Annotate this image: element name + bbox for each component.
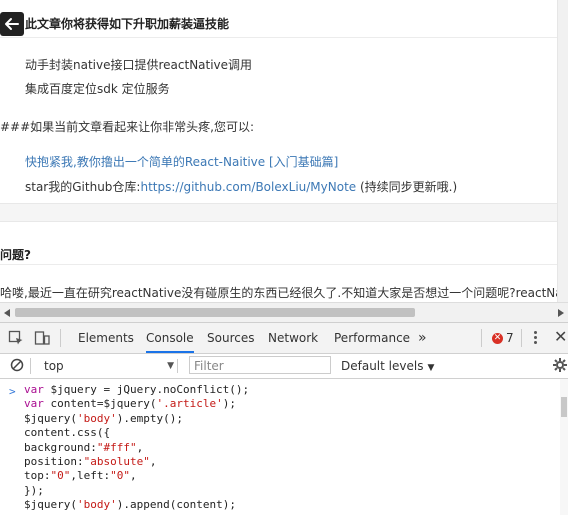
filter-input[interactable]: Filter: [189, 356, 331, 374]
console-prompt: >: [9, 385, 16, 398]
scroll-left-icon[interactable]: [4, 309, 10, 317]
console-output[interactable]: > var $jquery = jQuery.noConflict(); var…: [0, 379, 568, 515]
skill-item: 动手封装native接口提供reactNative调用: [25, 58, 253, 72]
close-icon[interactable]: ✕: [554, 327, 567, 346]
page-horizontal-scrollbar[interactable]: [0, 302, 568, 323]
tab-console[interactable]: Console: [146, 323, 194, 353]
github-suffix: (持续同步更新哦.): [356, 180, 458, 194]
section-title: 问题?: [0, 248, 31, 262]
clear-console-icon[interactable]: [10, 358, 24, 372]
divider: [0, 37, 558, 38]
more-tabs-icon[interactable]: »: [418, 323, 427, 353]
tab-sources[interactable]: Sources: [207, 323, 254, 353]
devtools-tabbar: Elements Console Sources Network Perform…: [0, 323, 568, 354]
log-levels-dropdown[interactable]: Default levels ▼: [341, 357, 434, 377]
skill-item: 集成百度定位sdk 定位服务: [25, 82, 170, 96]
log-levels-label: Default levels: [341, 359, 424, 373]
console-scrollbar[interactable]: [560, 379, 568, 515]
chevron-down-icon: ▼: [427, 363, 435, 373]
github-line: star我的Github仓库:https://github.com/BolexL…: [25, 178, 457, 195]
more-icon[interactable]: [532, 330, 538, 346]
device-toggle-icon[interactable]: [34, 330, 50, 346]
scroll-right-icon[interactable]: [558, 309, 564, 317]
context-selector[interactable]: top ▼: [36, 357, 176, 375]
note-text: ###如果当前文章看起来让你非常头疼,您可以:: [0, 120, 255, 134]
back-arrow-button[interactable]: [0, 12, 24, 36]
chevron-down-icon: ▼: [167, 361, 174, 371]
section-heading: 此文章你将获得如下升职加薪装逼技能: [25, 17, 230, 31]
scroll-thumb[interactable]: [561, 397, 567, 417]
github-prefix: star我的Github仓库:: [25, 180, 141, 194]
article-page: 此文章你将获得如下升职加薪装逼技能 动手封装native接口提供reactNat…: [0, 0, 558, 302]
context-value: top: [44, 359, 64, 373]
error-icon: ✕: [492, 332, 503, 344]
toolbar-divider: [30, 358, 31, 374]
inspect-icon[interactable]: [8, 330, 24, 346]
tab-network[interactable]: Network: [268, 323, 318, 353]
scroll-thumb[interactable]: [15, 308, 415, 317]
toolbar-divider: [521, 329, 522, 347]
toolbar-divider: [177, 359, 178, 373]
settings-gear-icon[interactable]: [552, 357, 568, 373]
error-count: 7: [506, 331, 514, 345]
toolbar-divider: [60, 329, 61, 347]
tutorial-link[interactable]: 快抱紧我,教你撸出一个简单的React-Naitive [入门基础篇]: [25, 153, 338, 170]
devtools-panel: Elements Console Sources Network Perform…: [0, 322, 568, 515]
back-arrow-icon: [5, 18, 19, 30]
divider: [0, 264, 558, 265]
tab-elements[interactable]: Elements: [78, 323, 134, 353]
page-vertical-scrollbar[interactable]: [557, 0, 568, 302]
github-link[interactable]: https://github.com/BolexLiu/MyNote: [140, 180, 356, 194]
section-separator: [0, 203, 558, 222]
toolbar-divider: [481, 329, 482, 347]
paragraph: 哈喽,最近一直在研究reactNative没有碰原生的东西已经很久了.不知道大家…: [0, 286, 558, 300]
tab-performance[interactable]: Performance: [334, 323, 410, 353]
console-input-code[interactable]: var $jquery = jQuery.noConflict(); var c…: [24, 383, 249, 513]
error-counter[interactable]: ✕ 7: [492, 331, 514, 345]
console-filterbar: top ▼ Filter Default levels ▼: [0, 354, 568, 379]
